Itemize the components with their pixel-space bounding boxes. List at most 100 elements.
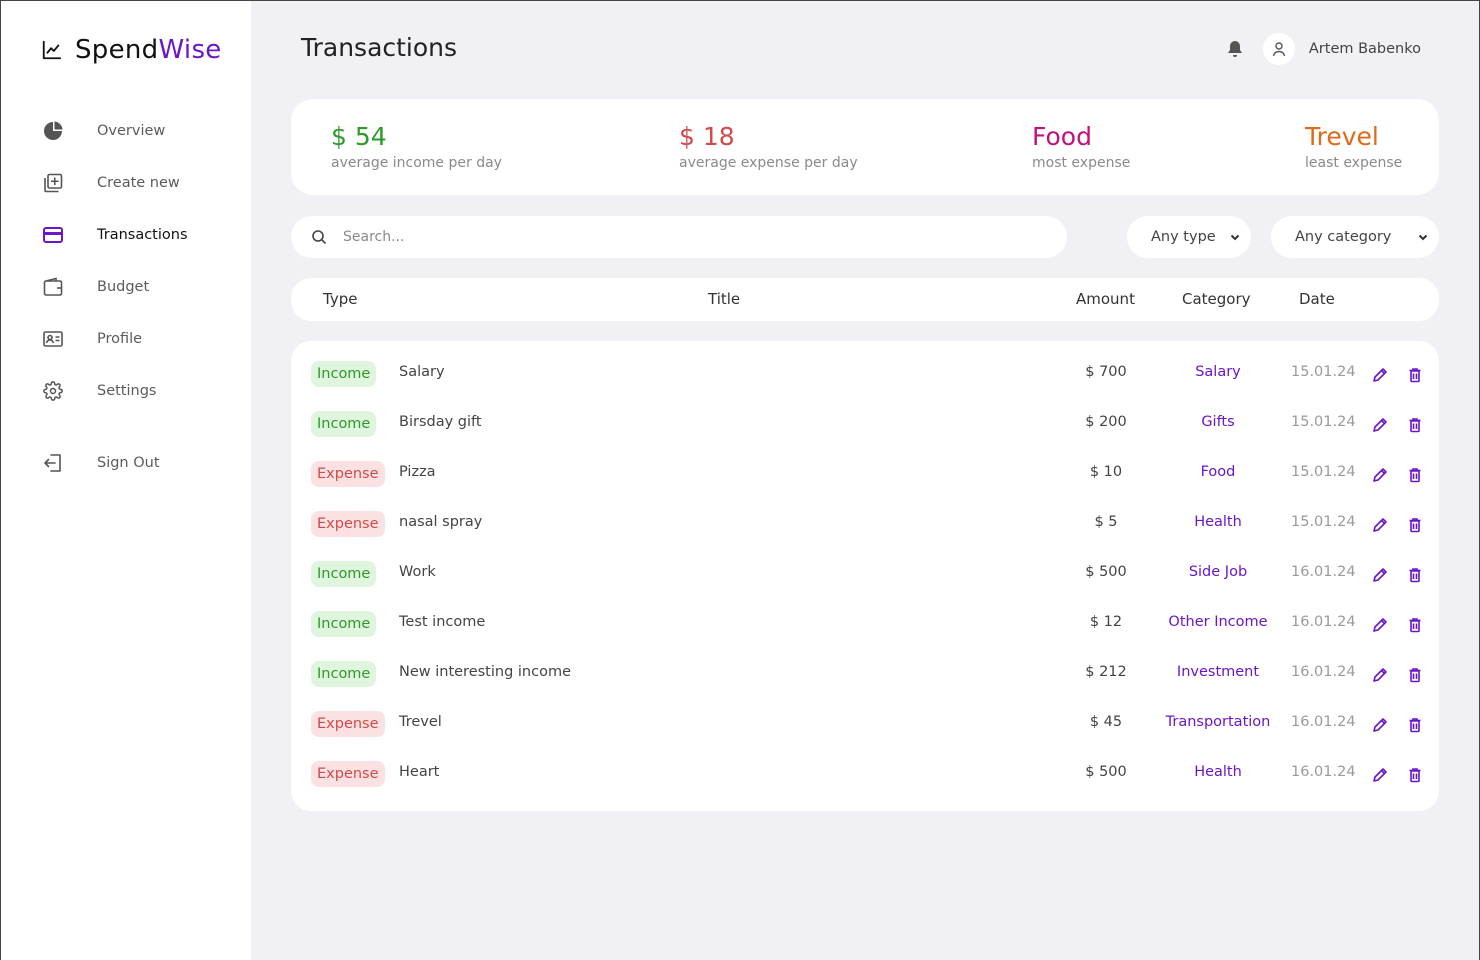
type-badge: Expense (311, 461, 385, 487)
transaction-category: Health (1194, 764, 1242, 780)
transaction-category: Transportation (1165, 714, 1271, 730)
edit-icon[interactable] (1371, 666, 1389, 684)
trash-icon[interactable] (1406, 716, 1424, 734)
transaction-amount: $ 500 (1085, 764, 1127, 780)
transaction-category: Investment (1176, 664, 1260, 680)
sidebar-item-label: Overview (97, 123, 166, 139)
trash-icon[interactable] (1406, 466, 1424, 484)
table-header: Type Title Amount Category Date (291, 278, 1439, 321)
search-icon (312, 230, 327, 245)
transaction-amount: $ 212 (1085, 664, 1127, 680)
table-row[interactable]: Income New interesting income $ 212 Investm… (291, 651, 1439, 701)
transaction-date: 16.01.24 (1291, 764, 1356, 780)
trash-icon[interactable] (1406, 766, 1424, 784)
search-input[interactable] (343, 229, 1023, 245)
transaction-title: New interesting income (399, 664, 572, 680)
page-title: Transactions (301, 33, 458, 62)
column-header-type[interactable]: Type (323, 290, 357, 308)
stat-least-expense: Trevel least expense (1305, 121, 1402, 171)
table-row[interactable]: Income Salary $ 700 Salary 15.01.24 (291, 351, 1439, 401)
table-row[interactable]: Expense Trevel $ 45 Transportation 16.01.24 (291, 701, 1439, 751)
transaction-date: 15.01.24 (1291, 514, 1356, 530)
transaction-date: 15.01.24 (1291, 464, 1356, 480)
transaction-date: 15.01.24 (1291, 364, 1356, 380)
table-row[interactable]: Expense Pizza $ 10 Food 15.01.24 (291, 451, 1439, 501)
edit-icon[interactable] (1371, 466, 1389, 484)
column-header-title[interactable]: Title (708, 290, 740, 308)
edit-icon[interactable] (1371, 366, 1389, 384)
trash-icon[interactable] (1406, 666, 1424, 684)
transaction-category: Salary (1195, 364, 1241, 380)
table-row[interactable]: Expense Heart $ 500 Health 16.01.24 (291, 751, 1439, 801)
trash-icon[interactable] (1406, 416, 1424, 434)
category-filter-select[interactable]: Any category (1271, 216, 1439, 258)
transaction-category: Gifts (1201, 414, 1235, 430)
logo[interactable]: SpendWise (41, 35, 222, 65)
edit-icon[interactable] (1371, 716, 1389, 734)
main-content: Transactions Artem Babenko $ 54 average … (251, 0, 1480, 960)
column-header-category[interactable]: Category (1182, 290, 1251, 308)
sidebar-item-budget[interactable]: Budget (1, 261, 251, 313)
transaction-amount: $ 45 (1089, 714, 1123, 730)
edit-icon[interactable] (1371, 416, 1389, 434)
sidebar-item-overview[interactable]: Overview (1, 105, 251, 157)
sidebar-item-settings[interactable]: Settings (1, 365, 251, 417)
type-badge: Income (311, 411, 377, 437)
table-row[interactable]: Expense nasal spray $ 5 Health 15.01.24 (291, 501, 1439, 551)
type-badge: Income (311, 361, 377, 387)
transaction-title: Salary (399, 364, 445, 380)
transaction-title: Trevel (399, 714, 442, 730)
transaction-amount: $ 5 (1094, 514, 1118, 530)
table-row[interactable]: Income Work $ 500 Side Job 16.01.24 (291, 551, 1439, 601)
table-row[interactable]: Income Birsday gift $ 200 Gifts 15.01.24 (291, 401, 1439, 451)
sidebar-item-transactions[interactable]: Transactions (1, 209, 251, 261)
stat-value: $ 18 (679, 122, 735, 151)
avatar[interactable] (1262, 33, 1295, 65)
search-bar (291, 216, 1067, 258)
stat-value: $ 54 (331, 122, 387, 151)
transaction-amount: $ 700 (1085, 364, 1127, 380)
transaction-date: 16.01.24 (1291, 664, 1356, 680)
trash-icon[interactable] (1406, 366, 1424, 384)
type-badge: Income (311, 561, 377, 587)
sign-out-label: Sign Out (97, 455, 160, 471)
edit-icon[interactable] (1371, 516, 1389, 534)
app-root: SpendWise Overview Create new Transactio… (0, 0, 1480, 960)
sidebar-item-create-new[interactable]: Create new (1, 157, 251, 209)
type-badge: Income (311, 661, 377, 687)
sidebar-item-label: Settings (97, 383, 157, 399)
category-filter-value: Any category (1295, 229, 1392, 245)
transaction-title: Pizza (399, 464, 436, 480)
column-header-date[interactable]: Date (1299, 290, 1335, 308)
transaction-amount: $ 10 (1089, 464, 1123, 480)
trash-icon[interactable] (1406, 616, 1424, 634)
stat-label: average expense per day (679, 155, 858, 171)
bell-icon[interactable] (1225, 39, 1245, 59)
column-header-amount[interactable]: Amount (1076, 290, 1135, 308)
gear-icon (42, 380, 64, 402)
type-filter-select[interactable]: Any type (1127, 216, 1251, 258)
sidebar-item-profile[interactable]: Profile (1, 313, 251, 365)
edit-icon[interactable] (1371, 566, 1389, 584)
stat-avg-expense: $ 18 average expense per day (679, 121, 858, 171)
edit-icon[interactable] (1371, 766, 1389, 784)
trash-icon[interactable] (1406, 516, 1424, 534)
stat-label: least expense (1305, 155, 1403, 171)
wallet-icon (42, 276, 64, 298)
stat-avg-income: $ 54 average income per day (331, 121, 502, 171)
transaction-date: 16.01.24 (1291, 714, 1356, 730)
transaction-category: Food (1200, 464, 1236, 480)
transaction-category: Other Income (1168, 614, 1268, 630)
type-badge: Expense (311, 511, 385, 537)
transaction-date: 15.01.24 (1291, 414, 1356, 430)
table-row[interactable]: Income Test income $ 12 Other Income 16.01.2… (291, 601, 1439, 651)
stats-card: $ 54 average income per day $ 18 average… (291, 99, 1439, 195)
trash-icon[interactable] (1406, 566, 1424, 584)
sign-out-button[interactable]: Sign Out (1, 437, 251, 489)
transaction-category: Health (1194, 514, 1242, 530)
pie-chart-icon (42, 120, 64, 142)
edit-icon[interactable] (1371, 616, 1389, 634)
user-name[interactable]: Artem Babenko (1309, 41, 1421, 57)
sidebar-item-label: Budget (97, 279, 150, 295)
transaction-title: Test income (399, 614, 486, 630)
